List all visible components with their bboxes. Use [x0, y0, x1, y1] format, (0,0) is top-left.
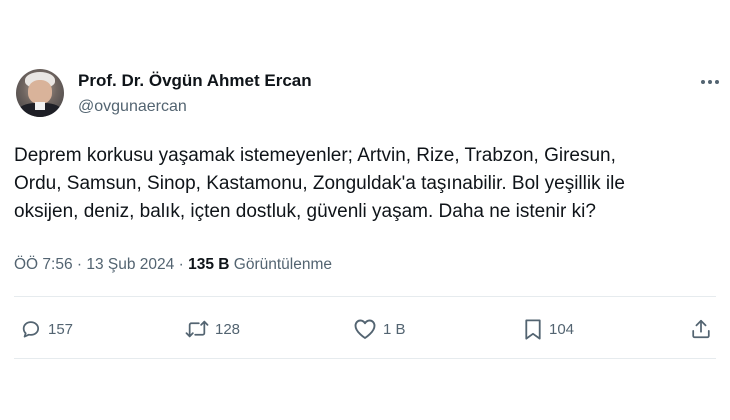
- like-count: 1 B: [383, 320, 406, 338]
- like-button[interactable]: 1 B: [353, 316, 406, 342]
- tweet: Prof. Dr. Övgün Ahmet Ercan @ovgunaercan…: [0, 0, 730, 420]
- more-options-button[interactable]: [697, 72, 723, 92]
- bookmark-button[interactable]: 104: [523, 316, 574, 342]
- divider: [14, 358, 716, 359]
- author-name[interactable]: Prof. Dr. Övgün Ahmet Ercan: [78, 71, 312, 91]
- tweet-meta: ÖÖ 7:56 · 13 Şub 2024 · 135 B Görüntülen…: [14, 256, 332, 273]
- more-horizontal-icon: [701, 80, 705, 84]
- views-count: 135 B: [188, 256, 230, 273]
- reply-count: 157: [48, 320, 74, 338]
- tweet-text-line: Ordu, Samsun, Sinop, Kastamonu, Zongulda…: [14, 173, 625, 194]
- retweet-button[interactable]: 128: [185, 316, 240, 342]
- avatar[interactable]: [16, 69, 64, 117]
- tweet-text-line: Deprem korkusu yaşamak istemeyenler; Art…: [14, 145, 616, 166]
- heart-icon: [354, 319, 376, 339]
- author-handle[interactable]: @ovgunaercan: [78, 98, 187, 116]
- tweet-text: Deprem korkusu yaşamak istemeyenler; Art…: [14, 142, 714, 226]
- reply-button[interactable]: 157: [20, 316, 73, 342]
- bookmark-count: 104: [549, 320, 575, 338]
- tweet-date[interactable]: 13 Şub 2024: [86, 256, 174, 273]
- share-button[interactable]: [690, 316, 712, 342]
- bookmark-icon: [525, 318, 541, 340]
- retweet-count: 128: [215, 320, 241, 338]
- tweet-text-line: oksijen, deniz, balık, içten dostluk, gü…: [14, 201, 596, 222]
- views-label: Görüntülenme: [233, 256, 332, 273]
- divider: [14, 296, 716, 297]
- tweet-time[interactable]: ÖÖ 7:56: [14, 256, 73, 273]
- retweet-icon: [185, 320, 209, 338]
- reply-bubble-icon: [22, 321, 40, 338]
- share-upload-icon: [692, 319, 710, 339]
